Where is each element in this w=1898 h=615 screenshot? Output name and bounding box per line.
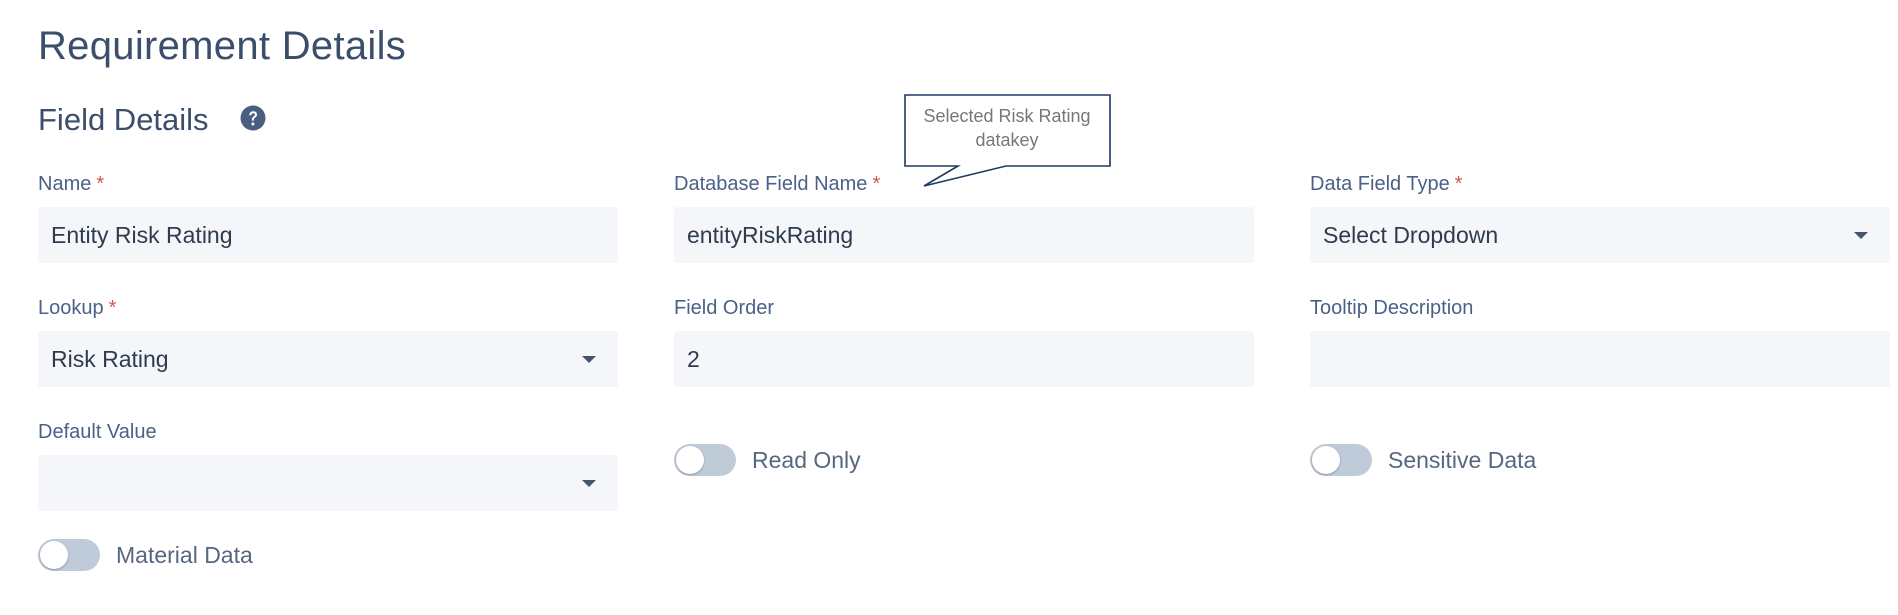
data-field-type-value: Select Dropdown xyxy=(1323,222,1499,248)
default-value-select[interactable] xyxy=(38,455,618,511)
chevron-down-icon[interactable] xyxy=(582,480,596,487)
database-field-name-input[interactable]: entityRiskRating xyxy=(674,207,1254,263)
required-asterisk: * xyxy=(108,297,117,319)
sensitive-data-label: Sensitive Data xyxy=(1388,446,1537,473)
data-field-type-group: Data Field Type * Select Dropdown xyxy=(1310,171,1890,263)
toggle-knob xyxy=(676,446,704,474)
default-value-label: Default Value xyxy=(38,421,157,443)
page-title: Requirement Details xyxy=(38,24,407,68)
lookup-select[interactable]: Risk Rating xyxy=(38,331,618,387)
lookup-value: Risk Rating xyxy=(51,346,169,372)
default-value-group: Default Value xyxy=(38,419,618,511)
field-order-input[interactable]: 2 xyxy=(674,331,1254,387)
question-circle-icon[interactable] xyxy=(240,105,266,131)
chevron-down-icon[interactable] xyxy=(582,356,596,363)
tooltip-description-label: Tooltip Description xyxy=(1310,297,1474,319)
name-field-group: Name * Entity Risk Rating xyxy=(38,171,618,263)
sensitive-data-toggle[interactable] xyxy=(1310,444,1372,476)
toggle-knob xyxy=(1312,446,1340,474)
callout-line-1: Selected Risk Rating xyxy=(923,106,1091,126)
read-only-toggle[interactable] xyxy=(674,444,736,476)
database-field-name-label: Database Field Name * xyxy=(674,173,881,195)
read-only-toggle-row: Read Only xyxy=(674,443,861,477)
name-label: Name * xyxy=(38,173,105,195)
field-order-group: Field Order 2 xyxy=(674,295,1254,387)
name-input[interactable]: Entity Risk Rating xyxy=(38,207,618,263)
section-title: Field Details xyxy=(38,102,209,137)
material-data-toggle-row: Material Data xyxy=(38,538,253,572)
database-field-name-group: Database Field Name * entityRiskRating xyxy=(674,171,1254,263)
data-field-type-select[interactable]: Select Dropdown xyxy=(1310,207,1890,263)
required-asterisk: * xyxy=(1454,173,1463,195)
material-data-toggle[interactable] xyxy=(38,539,100,571)
material-data-label: Material Data xyxy=(116,541,253,568)
lookup-field-group: Lookup * Risk Rating xyxy=(38,295,618,387)
lookup-label: Lookup * xyxy=(38,297,117,319)
chevron-down-icon[interactable] xyxy=(1854,232,1868,239)
callout-text: Selected Risk Rating datakey xyxy=(906,104,1108,152)
required-asterisk: * xyxy=(872,173,881,195)
required-asterisk: * xyxy=(96,173,105,195)
field-order-label: Field Order xyxy=(674,297,775,319)
callout-line-2: datakey xyxy=(975,130,1039,150)
tooltip-description-input[interactable] xyxy=(1310,331,1890,387)
sensitive-data-toggle-row: Sensitive Data xyxy=(1310,443,1536,477)
tooltip-description-group: Tooltip Description xyxy=(1310,295,1890,387)
read-only-label: Read Only xyxy=(752,446,861,473)
data-field-type-label: Data Field Type * xyxy=(1310,173,1463,195)
toggle-knob xyxy=(40,541,68,569)
